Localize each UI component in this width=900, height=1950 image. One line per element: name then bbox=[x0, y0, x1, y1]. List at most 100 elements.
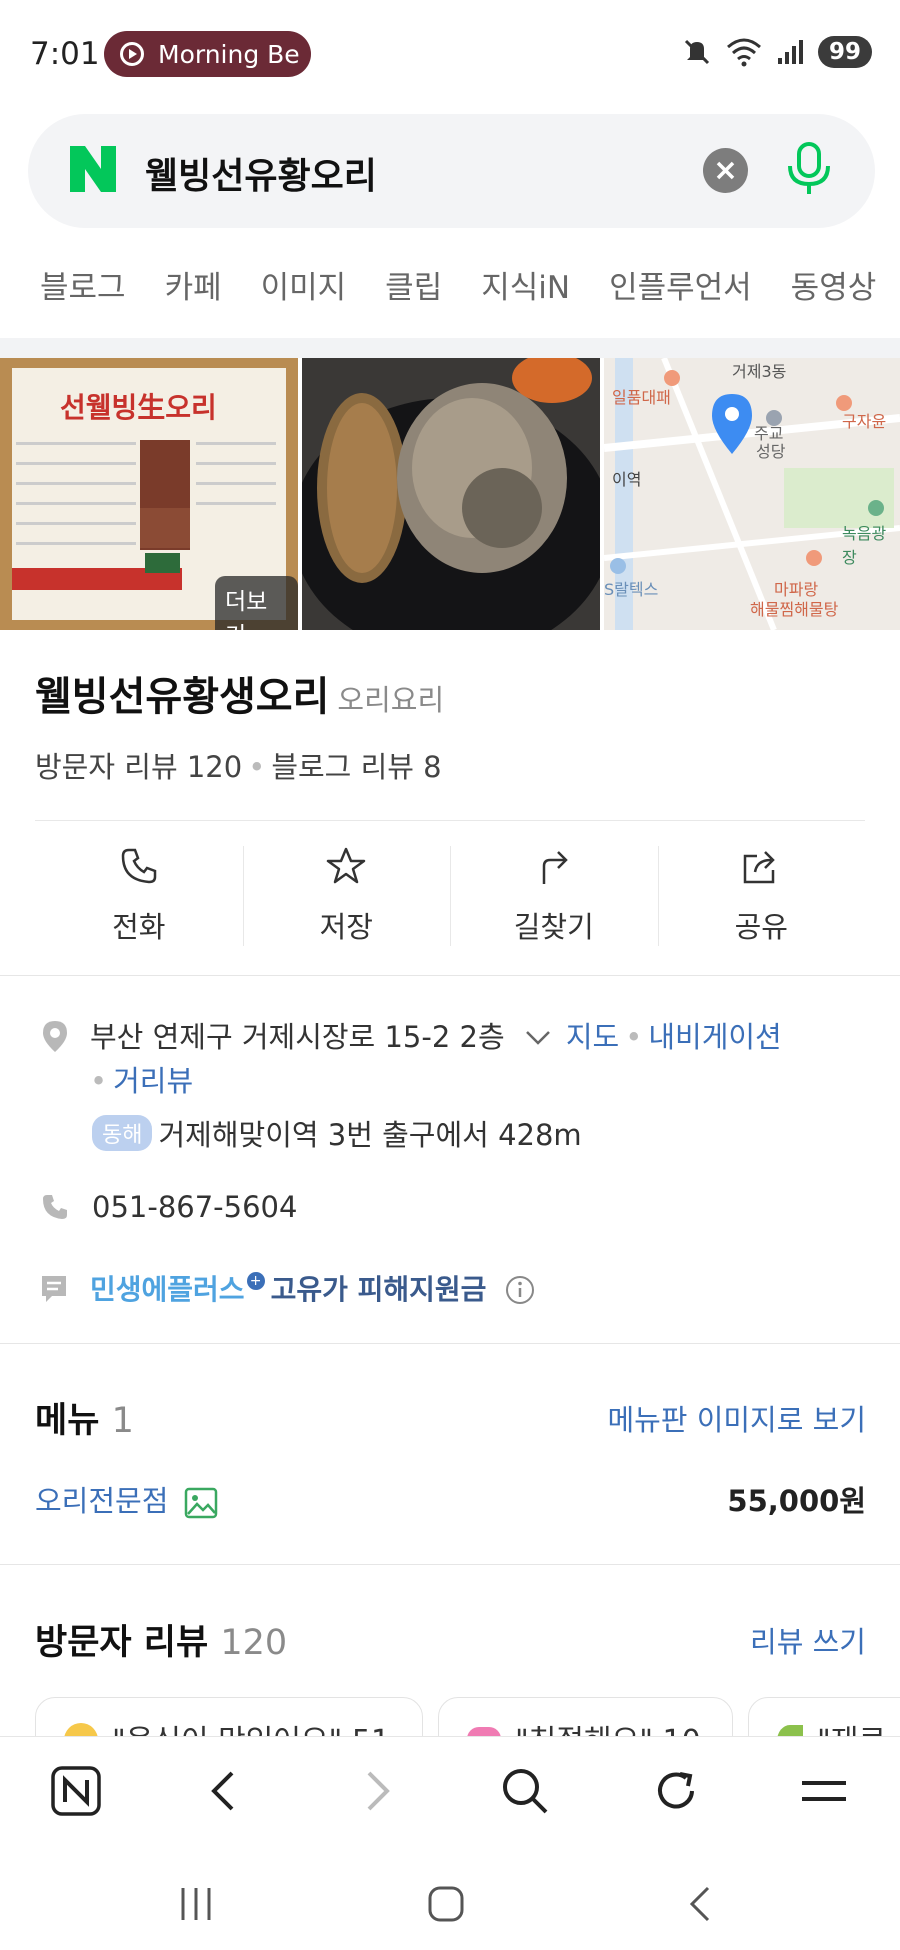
menu-button[interactable] bbox=[798, 1765, 850, 1821]
back-button[interactable] bbox=[204, 1765, 244, 1821]
review-keyword-card[interactable]: "음식이 맛있어요" 51 bbox=[35, 1697, 423, 1737]
write-review-link[interactable]: 리뷰 쓰기 bbox=[750, 1619, 866, 1661]
promo-subsidy[interactable]: 고유가 피해지원금 bbox=[271, 1273, 487, 1306]
map-label-10: 거제3동 bbox=[732, 362, 787, 381]
save-label: 저장 bbox=[319, 910, 373, 944]
streetview-link[interactable]: 거리뷰 bbox=[113, 1064, 193, 1098]
separator-dot: • bbox=[248, 750, 266, 784]
map-label-9: 해물찜해물탕 bbox=[750, 600, 839, 619]
status-bar: 7:01 Morning Be 99 bbox=[0, 0, 900, 108]
system-back-icon[interactable] bbox=[680, 1884, 720, 1924]
menu-item-name[interactable]: 오리전문점 bbox=[35, 1484, 168, 1518]
save-button[interactable]: 저장 bbox=[242, 818, 451, 960]
arrow-left-icon bbox=[211, 1771, 234, 1811]
browser-toolbar bbox=[0, 1736, 900, 1848]
status-time: 7:01 bbox=[30, 36, 100, 72]
review-keyword-card[interactable]: "친절해요" 10 bbox=[438, 1697, 733, 1737]
location-map[interactable]: 일품대패 구자윤 주교 성당 이역 녹음광장 S랄텍스 마파랑 해물찜해물탕 거… bbox=[604, 358, 900, 630]
arrow-right-icon bbox=[367, 1771, 390, 1811]
tab-image[interactable]: 이미지 bbox=[261, 262, 347, 307]
blog-review-count[interactable]: 블로그 리뷰 8 bbox=[271, 750, 441, 784]
visitor-review-count[interactable]: 방문자 리뷰 120 bbox=[35, 750, 242, 784]
smile-emoji-icon bbox=[64, 1723, 98, 1737]
directions-button[interactable]: 길찾기 bbox=[450, 818, 658, 960]
search-button[interactable] bbox=[499, 1765, 551, 1821]
streetview-row: • 거리뷰 bbox=[90, 1058, 193, 1100]
section-divider bbox=[0, 338, 900, 358]
map-label-4: 성당 bbox=[756, 442, 786, 461]
search-bar[interactable]: 웰빙선유황오리 bbox=[28, 114, 875, 228]
play-icon bbox=[120, 42, 144, 66]
menu-section-title: 메뉴 1 bbox=[35, 1392, 134, 1443]
menu-count: 1 bbox=[111, 1401, 134, 1441]
phone-number[interactable]: 051-867-5604 bbox=[92, 1190, 297, 1224]
directions-label: 길찾기 bbox=[513, 910, 594, 944]
star-icon bbox=[327, 847, 366, 884]
tab-kin[interactable]: 지식iN bbox=[481, 262, 570, 307]
call-button[interactable]: 전화 bbox=[35, 818, 243, 960]
map-label-7: S랄텍스 bbox=[604, 580, 659, 599]
station-distance: 거제해맞이역 3번 출구에서 428m bbox=[158, 1118, 582, 1152]
navigation-link[interactable]: 내비게이션 bbox=[648, 1020, 781, 1054]
phone-row: 051-867-5604 bbox=[40, 1190, 297, 1224]
place-images: 선웰빙生오리 더보기 bbox=[0, 358, 900, 630]
search-query[interactable]: 웰빙선유황오리 bbox=[145, 147, 377, 199]
chevron-down-icon[interactable] bbox=[524, 1029, 552, 1047]
media-pill[interactable]: Morning Be bbox=[104, 31, 311, 77]
tab-blog[interactable]: 블로그 bbox=[40, 262, 126, 307]
directions-icon bbox=[542, 851, 568, 884]
separator-dot: • bbox=[90, 1064, 108, 1098]
map-label-6: 녹음광장 bbox=[842, 524, 887, 567]
review-keyword-cards: "음식이 맛있어요" 51 "친절해요" 10 "재료 bbox=[35, 1697, 900, 1737]
naver-n-icon bbox=[51, 1766, 101, 1816]
review-title: 방문자 리뷰 bbox=[35, 1623, 209, 1663]
phone-icon bbox=[121, 848, 156, 884]
naver-logo-icon[interactable] bbox=[68, 144, 118, 194]
tab-clip[interactable]: 클립 bbox=[385, 262, 442, 307]
promo-brand[interactable]: 민생에플러스 bbox=[90, 1273, 245, 1306]
menu-board-photo[interactable]: 선웰빙生오리 더보기 bbox=[0, 358, 298, 630]
plus-badge-icon: + bbox=[246, 1272, 265, 1290]
recent-apps-icon[interactable] bbox=[176, 1884, 216, 1924]
image-icon bbox=[184, 1487, 217, 1519]
share-icon bbox=[744, 851, 776, 884]
clear-search-button[interactable] bbox=[703, 148, 748, 193]
signal-icon bbox=[777, 40, 803, 64]
review-keyword-card[interactable]: "재료 bbox=[748, 1697, 900, 1737]
food-photo[interactable] bbox=[302, 358, 600, 630]
tab-video[interactable]: 동영상 bbox=[791, 262, 877, 307]
battery-indicator: 99 bbox=[817, 36, 872, 68]
hamburger-menu-icon bbox=[802, 1781, 846, 1801]
duck-dish-image bbox=[302, 358, 600, 630]
menu-board-title: 선웰빙生오리 bbox=[60, 391, 217, 424]
section-divider bbox=[0, 1564, 900, 1565]
close-icon bbox=[716, 161, 735, 180]
mute-icon bbox=[684, 39, 710, 65]
section-divider bbox=[0, 1343, 900, 1344]
microphone-icon[interactable] bbox=[784, 140, 834, 200]
info-icon[interactable] bbox=[504, 1274, 536, 1306]
promo-row: 민생에플러스 + 고유가 피해지원금 bbox=[40, 1268, 536, 1308]
share-button[interactable]: 공유 bbox=[657, 818, 866, 960]
forward-button[interactable] bbox=[357, 1765, 397, 1821]
menu-item-price: 55,000원 bbox=[727, 1484, 866, 1518]
menu-board-link[interactable]: 메뉴판 이미지로 보기 bbox=[607, 1397, 866, 1439]
location-pin-icon bbox=[43, 1021, 67, 1052]
naver-home-button[interactable] bbox=[50, 1765, 102, 1821]
map-link[interactable]: 지도 bbox=[566, 1020, 619, 1054]
review-counts: 방문자 리뷰 120 • 블로그 리뷰 8 bbox=[35, 744, 442, 786]
search-tabs: 블로그 카페 이미지 클립 지식iN 인플루언서 동영상 bbox=[40, 262, 900, 307]
place-category: 오리요리 bbox=[337, 683, 445, 717]
tab-cafe[interactable]: 카페 bbox=[165, 262, 222, 307]
place-title: 웰빙선유황생오리 오리요리 bbox=[35, 664, 444, 722]
share-label: 공유 bbox=[734, 910, 788, 944]
tab-influencer[interactable]: 인플루언서 bbox=[609, 262, 752, 307]
address-row: 부산 연제구 거제시장로 15-2 2층 지도 • 내비게이션 bbox=[40, 1014, 782, 1056]
home-icon[interactable] bbox=[426, 1884, 466, 1924]
place-name[interactable]: 웰빙선유황생오리 bbox=[35, 674, 329, 720]
refresh-button[interactable] bbox=[650, 1765, 702, 1821]
phone-icon bbox=[43, 1195, 67, 1219]
menu-title: 메뉴 bbox=[35, 1401, 100, 1441]
menu-item[interactable]: 오리전문점 bbox=[35, 1478, 218, 1520]
more-photos-badge[interactable]: 더보기 bbox=[215, 576, 298, 630]
